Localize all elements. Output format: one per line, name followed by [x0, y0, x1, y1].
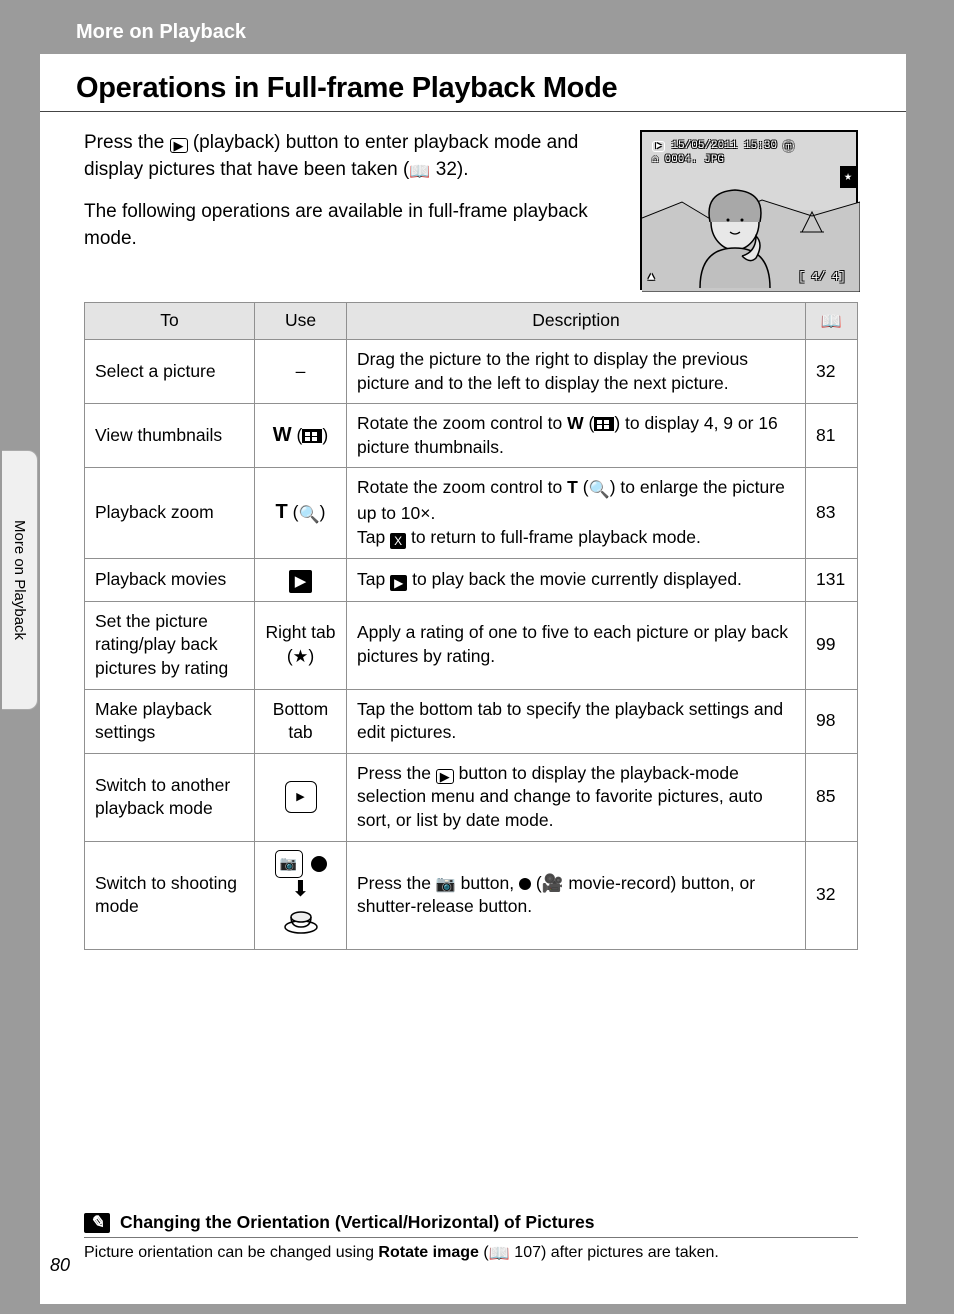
playback-icon: ▶ — [170, 138, 188, 153]
play-filled-icon: ▶ — [289, 570, 313, 593]
book-icon: 📖 — [489, 1244, 510, 1263]
playback-mode-icon: ▶ — [285, 781, 317, 813]
table-row: Switch to another playback mode ▶ Press … — [85, 753, 858, 841]
note-title: Changing the Orientation (Vertical/Horiz… — [120, 1212, 595, 1233]
shutter-icon — [281, 899, 321, 941]
note-body: Picture orientation can be changed using… — [84, 1244, 858, 1264]
th-to: To — [85, 303, 255, 340]
book-icon: 📖 — [409, 162, 430, 181]
note-pencil-icon: ✎ — [84, 1213, 110, 1233]
page: More on Playback Operations in Full-fram… — [40, 10, 906, 1304]
movie-record-icon: 🎥 — [542, 873, 564, 893]
table-row: Switch to shooting mode 📷 ⬇ — [85, 841, 858, 949]
breadcrumb: More on Playback — [76, 21, 246, 44]
table-row: Playback zoom T (🔍) Rotate the zoom cont… — [85, 468, 858, 558]
close-icon: X — [390, 533, 406, 549]
table-row: Playback movies ▶ Tap ▶ to play back the… — [85, 558, 858, 601]
th-desc: Description — [347, 303, 806, 340]
book-icon: 📖 — [821, 312, 842, 331]
camera-icon: 📷 — [436, 876, 456, 893]
th-ref: 📖 — [806, 303, 858, 340]
camera-button-icon: 📷 — [275, 850, 303, 878]
playback-icon: ▶ — [436, 769, 454, 784]
table-row: View thumbnails W () Rotate the zoom con… — [85, 404, 858, 468]
thumbnail-icon — [302, 429, 322, 443]
magnify-icon: 🔍 — [589, 480, 610, 499]
thumbnail-icon — [594, 417, 614, 431]
table-row: Make playback settings Bottom tab Tap th… — [85, 689, 858, 753]
record-dot-icon — [311, 856, 327, 872]
play-filled-icon: ▶ — [390, 575, 407, 591]
th-use: Use — [255, 303, 347, 340]
intro-text: Press the ▶ (playback) button to enter p… — [84, 130, 620, 290]
page-number: 80 — [50, 1255, 70, 1276]
record-dot-icon — [519, 878, 531, 890]
table-row: Set the picture rating/play back picture… — [85, 601, 858, 689]
lcd-preview: ▶15/05/2011 15:30ⓜ ⌂0004. JPG ★ ▲ [4/4] — [640, 130, 858, 290]
magnify-icon: 🔍 — [298, 505, 319, 524]
table-row: Select a picture – Drag the picture to t… — [85, 339, 858, 403]
down-arrow-icon: ⬇ — [291, 882, 309, 895]
page-title: Operations in Full-frame Playback Mode — [76, 72, 870, 105]
title-rule — [40, 111, 906, 112]
side-tab: More on Playback — [0, 450, 40, 710]
note-box: ✎ Changing the Orientation (Vertical/Hor… — [84, 1212, 858, 1264]
breadcrumb-bar: More on Playback — [40, 10, 906, 54]
star-icon: ★ — [840, 166, 856, 188]
sidebar-label: More on Playback — [11, 510, 28, 650]
operations-table: To Use Description 📖 Select a picture – … — [84, 302, 858, 950]
